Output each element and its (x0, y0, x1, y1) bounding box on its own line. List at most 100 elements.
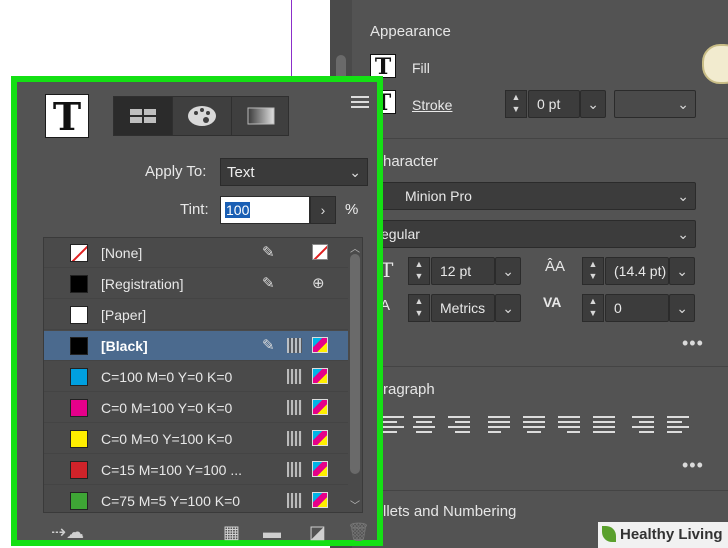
font-size-input[interactable]: 12 pt (431, 257, 495, 285)
tint-input[interactable]: 100 (220, 196, 310, 224)
swatch-row-magenta[interactable]: C=0 M=100 Y=0 K=0 (44, 393, 349, 423)
fill-label[interactable]: Fill (412, 60, 430, 76)
tint-label: Tint: (180, 201, 209, 218)
red-swatch-chip (70, 461, 88, 479)
kerning-stepper[interactable]: ▲ ▼ (408, 294, 430, 322)
kerning-input[interactable]: Metrics (431, 294, 495, 322)
gradient-tab[interactable] (232, 97, 290, 135)
align-towards-spine-icon[interactable] (632, 416, 654, 436)
spot-grid-icon (287, 400, 302, 415)
justify-left-icon[interactable] (488, 416, 510, 436)
justify-all-icon[interactable] (593, 416, 615, 436)
swatch-row-black[interactable]: [Black] ✎ (44, 331, 349, 361)
leading-input[interactable]: (14.4 pt) (605, 257, 669, 285)
view-mode-segmented-control (113, 96, 289, 136)
magenta-swatch-chip (70, 399, 88, 417)
stroke-weight-input[interactable]: 0 pt (528, 90, 580, 118)
swatches-panel: T Apply To: Text ⌄ Tint: 100 › % [None] … (11, 76, 383, 546)
chevron-down-icon: ⌄ (587, 96, 599, 112)
bullets-section-title: llets and Numbering (383, 503, 517, 520)
new-color-group-icon[interactable]: ▬ (263, 522, 281, 543)
pen-cross-icon: ✎ (262, 244, 275, 261)
leading-icon: ÂA (545, 258, 566, 275)
yellow-swatch-chip (70, 430, 88, 448)
registration-icon: ⊕ (312, 275, 325, 292)
align-right-icon[interactable] (448, 416, 470, 436)
swatch-list: [None] ✎ [Registration] ✎ ⊕ [Paper] [Bla… (43, 237, 363, 513)
scroll-down-icon[interactable]: ﹀ (350, 497, 360, 512)
font-style-dropdown[interactable]: egular ⌄ (372, 220, 696, 248)
tracking-dropdown[interactable]: ⌄ (669, 294, 695, 322)
spot-grid-icon (287, 462, 302, 477)
tracking-stepper[interactable]: ▲ ▼ (582, 294, 604, 322)
pen-cross-icon: ✎ (262, 275, 275, 292)
tracking-input[interactable]: 0 (605, 294, 669, 322)
paragraph-more-icon[interactable]: ••• (682, 455, 704, 476)
tint-percent-unit: % (345, 201, 359, 218)
scroll-thumb[interactable] (350, 254, 360, 474)
spot-grid-icon (287, 431, 302, 446)
spot-grid-icon (287, 369, 302, 384)
chevron-down-icon: ⌄ (502, 300, 514, 316)
black-swatch-chip (70, 337, 88, 355)
swatch-row-cyan[interactable]: C=100 M=0 Y=0 K=0 (44, 362, 349, 392)
cmyk-icon (312, 430, 328, 446)
cmyk-icon (312, 492, 328, 508)
kerning-dropdown[interactable]: ⌄ (495, 294, 521, 322)
chevron-down-icon: ⌄ (502, 263, 514, 279)
tint-slider-toggle[interactable]: › (310, 196, 336, 224)
text-fill-icon[interactable]: T (370, 54, 396, 79)
chevron-down-icon: ⌄ (349, 164, 361, 180)
align-left-icon[interactable] (382, 416, 404, 436)
swatch-row-none[interactable]: [None] ✎ (44, 238, 349, 268)
swatch-views-icon[interactable]: ▦ (223, 522, 240, 543)
cmyk-icon (312, 337, 328, 353)
align-away-spine-icon[interactable] (667, 416, 689, 436)
spot-grid-icon (287, 338, 302, 353)
swatch-list-scrollbar[interactable]: ︿ ﹀ (348, 238, 362, 512)
swatch-row-red[interactable]: C=15 M=100 Y=100 ... (44, 455, 349, 485)
chevron-down-icon: ⌄ (676, 300, 688, 316)
new-swatch-icon[interactable]: ◪ (309, 522, 326, 543)
paragraph-section-title: ragraph (383, 381, 435, 398)
stroke-weight-stepper[interactable]: ▲ ▼ (505, 90, 527, 118)
leading-stepper[interactable]: ▲ ▼ (582, 257, 604, 285)
stroke-weight-dropdown[interactable]: ⌄ (580, 90, 606, 118)
swatch-row-yellow[interactable]: C=0 M=0 Y=100 K=0 (44, 424, 349, 454)
leading-dropdown[interactable]: ⌄ (669, 257, 695, 285)
align-center-icon[interactable] (413, 416, 435, 436)
swatch-row-paper[interactable]: [Paper] (44, 300, 349, 330)
cmyk-icon (312, 368, 328, 384)
font-family-dropdown[interactable]: Minion Pro ⌄ (372, 182, 696, 210)
font-size-stepper[interactable]: ▲ ▼ (408, 257, 430, 285)
panel-menu-icon[interactable] (351, 96, 369, 111)
chevron-down-icon: ⌄ (677, 226, 689, 242)
scroll-up-icon[interactable]: ︿ (350, 240, 360, 255)
cc-library-icon[interactable]: ⇢☁ (51, 522, 84, 543)
color-swatches-tab[interactable] (114, 97, 172, 135)
text-formatting-icon[interactable]: T (45, 94, 89, 139)
justify-right-icon[interactable] (558, 416, 580, 436)
apply-to-label: Apply To: (145, 163, 207, 180)
chevron-down-icon: ⌄ (676, 263, 688, 279)
apply-to-dropdown[interactable]: Text ⌄ (220, 158, 368, 186)
stroke-label[interactable]: Stroke (412, 97, 452, 113)
stroke-type-dropdown[interactable]: ⌄ (614, 90, 696, 118)
scroll-knob[interactable] (702, 44, 728, 84)
tracking-icon: VA (543, 294, 562, 310)
green-swatch-chip (70, 492, 88, 510)
paper-swatch-chip (70, 306, 88, 324)
font-size-dropdown[interactable]: ⌄ (495, 257, 521, 285)
swatch-row-registration[interactable]: [Registration] ✎ ⊕ (44, 269, 349, 299)
character-more-icon[interactable]: ••• (682, 333, 704, 354)
pen-cross-icon: ✎ (262, 337, 275, 354)
color-picker-tab[interactable] (173, 97, 231, 135)
registration-swatch-chip (70, 275, 88, 293)
swatch-grid-icon (130, 109, 156, 123)
cmyk-icon (312, 399, 328, 415)
justify-center-icon[interactable] (523, 416, 545, 436)
swatch-row-green[interactable]: C=75 M=5 Y=100 K=0 (44, 486, 349, 512)
delete-swatch-icon[interactable]: 🗑 (347, 522, 370, 543)
appearance-section-title: Appearance (370, 23, 451, 40)
character-section-title: haracter (383, 153, 439, 170)
